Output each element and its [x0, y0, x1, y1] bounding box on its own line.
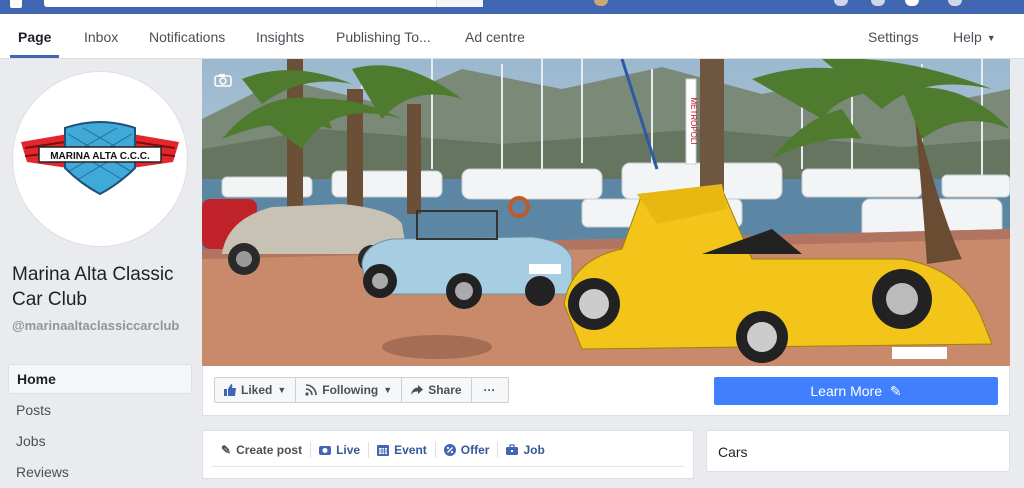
caret-down-icon: ▼ [986, 33, 996, 43]
tab-page[interactable]: Page [10, 14, 60, 58]
pencil-icon: ✎ [889, 383, 902, 399]
search-button[interactable] [436, 0, 483, 7]
more-options-button[interactable]: ··· [470, 377, 509, 403]
live-video-button[interactable]: Live [311, 442, 370, 458]
page-action-bar: Liked ▼ Following ▼ Share ··· Learn More… [202, 366, 1010, 416]
tab-insights[interactable]: Insights [256, 14, 304, 58]
share-label: Share [428, 383, 462, 397]
profile-avatar-icon[interactable] [594, 0, 608, 6]
learn-more-button[interactable]: Learn More ✎ [714, 377, 998, 405]
page-name[interactable]: Marina Alta Classic Car Club [12, 262, 192, 312]
left-nav: Home Posts Jobs Reviews [8, 364, 192, 488]
tab-ad-centre[interactable]: Ad centre [465, 14, 525, 58]
briefcase-icon [506, 444, 519, 455]
liked-label: Liked [241, 383, 273, 397]
caret-down-icon: ▼ [277, 385, 287, 395]
cover-photo[interactable]: METROPOLI [202, 59, 1010, 366]
tab-settings[interactable]: Settings [868, 14, 919, 58]
pencil-icon: ✎ [221, 443, 232, 457]
create-post-button[interactable]: ✎ Create post [213, 442, 312, 458]
live-label: Live [336, 443, 361, 457]
facebook-logo-icon[interactable] [10, 0, 22, 8]
tab-publishing-tools[interactable]: Publishing To... [336, 14, 431, 58]
job-label: Job [523, 443, 545, 457]
tab-help[interactable]: Help ▼ [953, 14, 996, 58]
metropoli-sign: METROPOLI [689, 97, 698, 144]
following-label: Following [322, 383, 379, 397]
thumbs-up-icon [224, 384, 236, 396]
nav-item-home[interactable]: Home [8, 364, 192, 394]
cars-card-title: Cars [718, 444, 748, 460]
help-tab-label: Help [953, 29, 982, 45]
learn-more-label: Learn More [810, 383, 882, 399]
share-arrow-icon [411, 385, 424, 395]
help-icon[interactable] [948, 0, 962, 6]
top-navigation-bar [0, 0, 1024, 14]
create-post-label: Create post [236, 443, 303, 457]
tab-inbox[interactable]: Inbox [84, 14, 118, 58]
following-button[interactable]: Following ▼ [295, 377, 403, 403]
event-label: Event [394, 443, 427, 457]
rss-follow-icon [305, 384, 318, 396]
messenger-icon[interactable] [871, 0, 885, 6]
liked-button[interactable]: Liked ▼ [214, 377, 297, 403]
job-button[interactable]: Job [498, 442, 552, 458]
nav-item-reviews[interactable]: Reviews [8, 457, 192, 487]
camera-icon[interactable] [214, 73, 232, 87]
tab-notifications[interactable]: Notifications [149, 14, 225, 58]
search-input[interactable] [44, 0, 482, 7]
event-button[interactable]: Event [369, 442, 436, 458]
composer-divider [211, 466, 685, 467]
left-column: MARINA ALTA C.C.C. Marina Alta Classic C… [0, 59, 200, 480]
cover-photo-image: METROPOLI [202, 59, 1010, 366]
page-tabs-bar: Page Inbox Notifications Insights Publis… [0, 14, 1024, 59]
offer-percent-icon [443, 444, 456, 456]
club-logo-icon: MARINA ALTA C.C.C. [21, 121, 179, 196]
cars-card[interactable]: Cars [706, 430, 1010, 472]
video-camera-icon [319, 446, 332, 455]
nav-item-posts[interactable]: Posts [8, 395, 192, 425]
offer-label: Offer [460, 443, 490, 457]
calendar-icon [377, 445, 390, 456]
friend-requests-icon[interactable] [834, 0, 848, 6]
offer-button[interactable]: Offer [436, 442, 499, 458]
caret-down-icon: ▼ [383, 385, 393, 395]
profile-picture[interactable]: MARINA ALTA C.C.C. [12, 71, 188, 247]
notifications-bell-icon[interactable] [905, 0, 919, 6]
action-button-group: Liked ▼ Following ▼ Share ··· [214, 377, 509, 403]
logo-text: MARINA ALTA C.C.C. [50, 151, 150, 162]
page-handle[interactable]: @marinaaltaclassiccarclub [12, 318, 188, 334]
nav-item-jobs[interactable]: Jobs [8, 426, 192, 456]
share-button[interactable]: Share [401, 377, 472, 403]
more-options-icon: ··· [483, 383, 496, 397]
create-post-composer: ✎ Create post Live Event Offer Job [202, 430, 694, 479]
